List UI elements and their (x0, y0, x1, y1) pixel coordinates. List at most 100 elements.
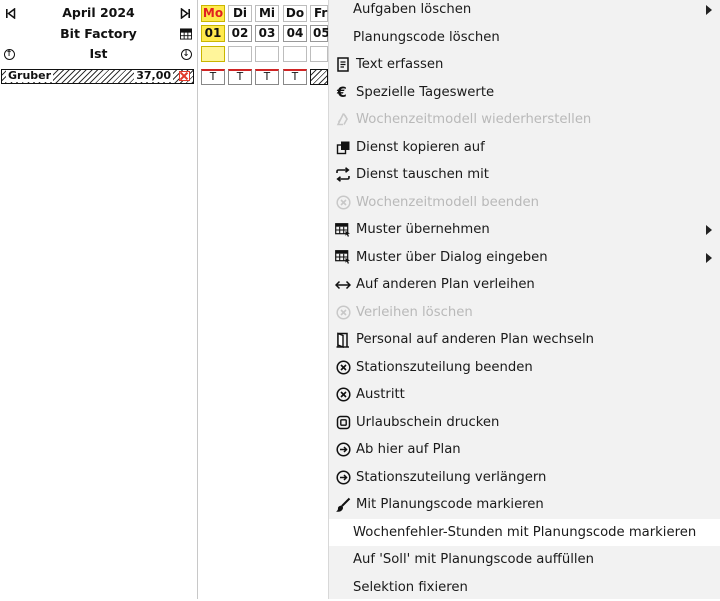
menu-item-label: Dienst kopieren auf (356, 139, 485, 155)
menu-item-label: Stationszuteilung verlängern (356, 469, 547, 485)
euro-icon: € (335, 84, 351, 100)
menu-item-label: Muster übernehmen (356, 222, 490, 237)
menu-item-wochenzeitmodell-wiederherstellen: Wochenzeitmodell wiederherstellen (329, 106, 720, 133)
menu-item-ab-hier-auf-plan[interactable]: Ab hier auf Plan (329, 436, 720, 463)
summary-cell[interactable] (310, 46, 328, 62)
circle-x-icon (335, 387, 351, 403)
date-header[interactable]: 02 (228, 25, 252, 42)
menu-item-label: Ab hier auf Plan (356, 442, 461, 457)
circle-arrow-icon (335, 469, 351, 485)
menu-item-muster-uber-dialog-eingeben[interactable]: Muster über Dialog eingeben (329, 244, 720, 271)
schedule-grid: Mo Di Mi Do Fr 01 02 03 04 05 T T T T (198, 0, 338, 599)
menu-item-label: Wochenfehler-Stunden mit Planungscode ma… (353, 524, 697, 540)
calendar-grid-icon[interactable] (180, 28, 192, 40)
menu-item-personal-auf-anderen-plan-wechseln[interactable]: Personal auf anderen Plan wechseln (329, 326, 720, 353)
menu-item-label: Text erfassen (356, 57, 444, 72)
menu-item-label: Dienst tauschen mit (356, 167, 489, 182)
pattern-icon (335, 222, 351, 238)
pattern-icon (335, 249, 351, 265)
copy-icon (335, 139, 351, 155)
submenu-arrow-icon (706, 252, 712, 263)
weekday-header[interactable]: Mi (255, 5, 279, 22)
date-header[interactable]: 04 (283, 25, 307, 42)
date-header[interactable]: 05 (310, 25, 330, 42)
menu-item-label: Selektion fixieren (353, 579, 468, 595)
employee-panel: April 2024 Bit Factory ↑ Ist ↓ Gruber 37… (0, 0, 198, 599)
double-arrow-icon (335, 277, 351, 293)
menu-item-label: Auf 'Soll' mit Planungscode auffüllen (353, 552, 594, 567)
menu-item-label: Auf anderen Plan verleihen (356, 277, 535, 292)
menu-item-planungscode-loschen[interactable]: Planungscode löschen (329, 24, 720, 51)
weekday-header[interactable]: Mo (201, 5, 225, 22)
menu-item-label: Planungscode löschen (353, 29, 500, 45)
submenu-arrow-icon (706, 225, 712, 235)
menu-item-dienst-tauschen-mit[interactable]: Dienst tauschen mit (329, 161, 720, 188)
circle-x-icon (335, 194, 351, 210)
menu-item-label: Urlaubschein drucken (356, 414, 500, 430)
menu-item-mit-planungscode-markieren[interactable]: Mit Planungscode markieren (329, 491, 720, 518)
next-month-icon[interactable] (179, 7, 191, 19)
shift-cell[interactable]: T (201, 69, 225, 85)
arrow-down-icon[interactable]: ↓ (180, 48, 192, 60)
department-label: Bit Factory (60, 26, 137, 41)
date-header[interactable]: 03 (255, 25, 279, 42)
swap-icon (335, 167, 351, 183)
menu-item-wochenzeitmodell-beenden: Wochenzeitmodell beenden (329, 189, 720, 216)
warning-flag-icon (179, 71, 190, 81)
svg-text:€: € (336, 85, 347, 99)
circle-x-icon (335, 304, 351, 320)
menu-item-label: Stationszuteilung beenden (356, 359, 533, 375)
menu-item-label: Wochenzeitmodell beenden (356, 194, 540, 210)
circle-x-icon (335, 359, 351, 375)
menu-item-label: Mit Planungscode markieren (356, 497, 544, 512)
document-icon (335, 57, 351, 73)
department-header: Bit Factory (0, 24, 197, 44)
shift-cell[interactable]: T (283, 69, 307, 85)
shift-cell[interactable]: T (255, 69, 279, 85)
previous-month-icon[interactable] (4, 7, 16, 19)
menu-item-selektion-fixieren[interactable]: Selektion fixieren (329, 574, 720, 601)
context-menu: Aufgaben löschen Planungscode löschen Text… (328, 0, 720, 599)
menu-item-stationszuteilung-verlangern[interactable]: Stationszuteilung verlängern (329, 464, 720, 491)
employee-row[interactable]: Gruber 37,00 (1, 69, 194, 84)
summary-cell[interactable] (255, 46, 279, 62)
menu-item-austritt[interactable]: Austritt (329, 381, 720, 408)
menu-item-dienst-kopieren-auf[interactable]: Dienst kopieren auf (329, 134, 720, 161)
menu-item-label: Personal auf anderen Plan wechseln (356, 332, 595, 347)
shift-cell[interactable]: T (228, 69, 252, 85)
month-label: April 2024 (62, 5, 135, 20)
weekday-header[interactable]: Do (283, 5, 307, 22)
menu-item-auf-anderen-plan-verleihen[interactable]: Auf anderen Plan verleihen (329, 271, 720, 298)
mode-label: Ist (89, 46, 108, 61)
selected-shift-cell[interactable] (310, 69, 328, 85)
summary-cell[interactable] (201, 46, 225, 62)
menu-item-stationszuteilung-beenden[interactable]: Stationszuteilung beenden (329, 354, 720, 381)
brush-icon (335, 497, 351, 513)
mode-header: ↑ Ist ↓ (0, 44, 197, 64)
arrow-up-icon[interactable]: ↑ (3, 48, 15, 60)
employee-name: Gruber (6, 69, 54, 82)
menu-item-label: Wochenzeitmodell wiederherstellen (356, 112, 592, 127)
circle-arrow-icon (335, 442, 351, 458)
date-header[interactable]: 01 (201, 25, 225, 42)
weekday-header[interactable]: Di (228, 5, 252, 22)
menu-item-label: Aufgaben löschen (353, 2, 472, 17)
menu-item-label: Verleihen löschen (356, 304, 473, 320)
menu-item-aufgaben-loschen[interactable]: Aufgaben löschen (329, 0, 720, 23)
menu-item-muster-ubernehmen[interactable]: Muster übernehmen (329, 216, 720, 243)
menu-item-label: Muster über Dialog eingeben (356, 249, 548, 265)
menu-item-label: Spezielle Tageswerte (356, 84, 495, 100)
menu-item-verleihen-loschen: Verleihen löschen (329, 299, 720, 326)
menu-item-wochenfehler-stunden-mit-planungscode-markieren[interactable]: Wochenfehler-Stunden mit Planungscode ma… (329, 518, 720, 546)
menu-item-label: Austritt (356, 387, 405, 402)
menu-item-spezielle-tageswerte[interactable]: € Spezielle Tageswerte (329, 79, 720, 106)
menu-item-text-erfassen[interactable]: Text erfassen (329, 51, 720, 78)
summary-cell[interactable] (283, 46, 307, 62)
summary-cell[interactable] (228, 46, 252, 62)
menu-item-urlaubschein-drucken[interactable]: Urlaubschein drucken (329, 409, 720, 436)
weekday-header[interactable]: Fr (310, 5, 328, 22)
recycle-icon (335, 112, 351, 128)
menu-item-auf-soll-mit-planungscode-auffullen[interactable]: Auf 'Soll' mit Planungscode auffüllen (329, 546, 720, 573)
month-header: April 2024 (0, 3, 197, 23)
print-icon (335, 414, 351, 430)
